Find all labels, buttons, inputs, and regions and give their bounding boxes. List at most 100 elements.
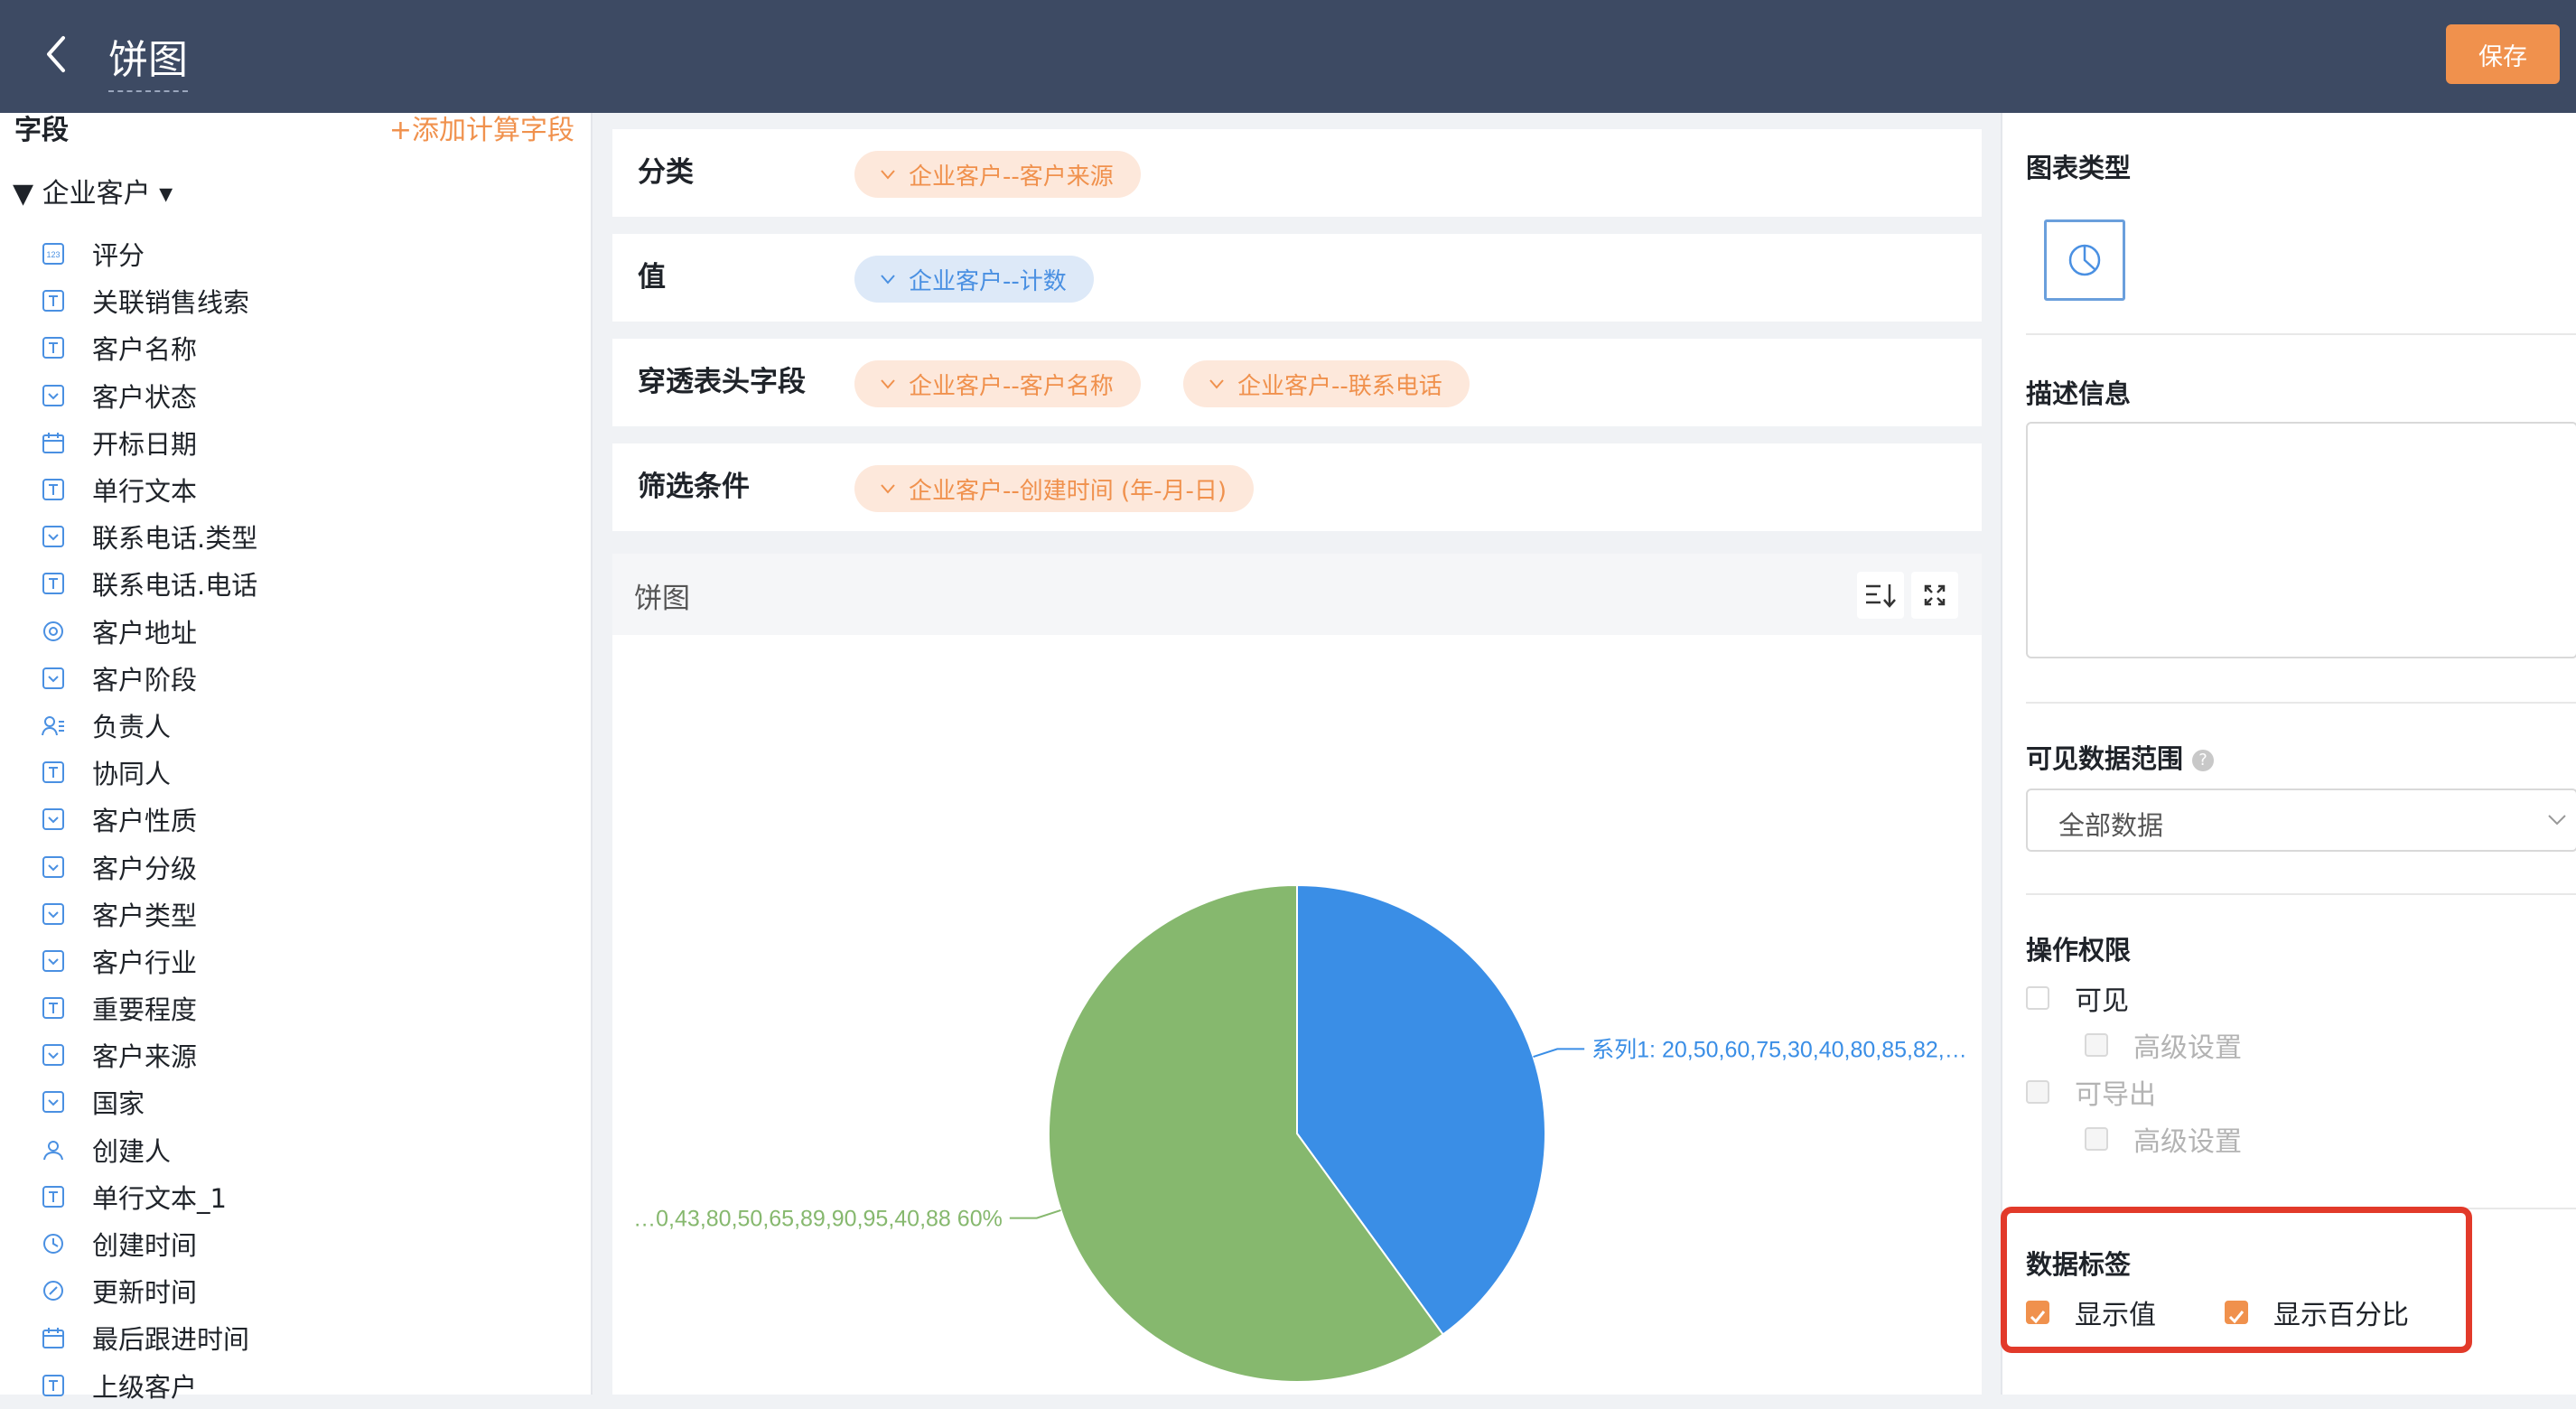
select-icon [42,526,64,548]
filter-label: 筛选条件 [638,471,750,503]
field-item-label: 创建人 [92,1135,172,1167]
text-icon [42,573,64,595]
drill-header-row: 穿透表头字段 企业客户--客户名称 企业客户--联系电话 [612,339,1982,426]
data-scope-value: 全部数据 [2058,810,2164,841]
text-icon [42,761,64,784]
edit-clock-icon [43,1281,63,1302]
text-icon [42,290,64,313]
value-field-tag[interactable]: 企业客户--计数 [854,256,1094,303]
chevron-down-icon [1209,379,1224,389]
number-icon: 123 [42,243,64,266]
select-icon [42,1044,64,1067]
field-panel: 字段 +添加计算字段 ▼ 企业客户 ▾ 123 评分 关联销售线索 客户名称 客户状态开… [0,113,593,1403]
field-item[interactable]: 国家 [42,1078,257,1125]
field-item-label: 更新时间 [92,1277,198,1309]
text-icon [42,479,64,501]
field-item[interactable]: 最后跟进时间 [42,1314,257,1361]
export-advanced-checkbox [2085,1127,2108,1151]
export-label: 可导出 [2075,1079,2156,1111]
divider [2026,702,2576,704]
top-bar: 饼图 保存 [0,0,2576,113]
export-advanced-row: 高级设置 [2085,1119,2242,1159]
tag-label: 企业客户--客户来源 [909,163,1114,191]
field-item[interactable]: 单行文本_1 [42,1173,257,1220]
field-item[interactable]: 负责人 [42,702,257,749]
save-button[interactable]: 保存 [2446,24,2560,84]
fullscreen-icon [1924,584,1946,606]
field-item[interactable]: 开标日期 [42,419,257,466]
tag-label: 企业客户--计数 [909,267,1067,295]
chart-preview-header: 饼图 [612,554,1982,635]
advanced-settings-label: 高级设置 [2133,1126,2242,1158]
divider [2026,893,2576,895]
chevron-down-icon [881,170,895,180]
value-row: 值 企业客户--计数 [612,234,1982,322]
description-textarea[interactable] [2026,422,2576,658]
data-scope-title: 可见数据范围? [2026,738,2215,776]
field-item[interactable]: 客户行业 [42,938,257,984]
export-checkbox [2026,1080,2049,1104]
field-item-label: 协同人 [92,759,172,790]
chart-config-area: 分类 企业客户--客户来源 值 企业客户--计数 穿透表头字段 企业客户--客户… [596,113,2001,1395]
help-icon[interactable]: ? [2192,750,2215,771]
field-item-label: 客户名称 [92,334,198,366]
select-icon [42,855,64,878]
value-label: 值 [638,261,666,294]
field-item[interactable]: 上级客户 [42,1362,257,1409]
field-item[interactable]: 重要程度 [42,984,257,1031]
add-computed-field-link[interactable]: +添加计算字段 [389,113,574,149]
permission-title: 操作权限 [2026,935,2132,966]
text-icon [42,337,64,359]
field-item[interactable]: 创建人 [42,1126,257,1173]
calendar-icon [42,432,64,453]
category-field-tag[interactable]: 企业客户--客户来源 [854,151,1141,198]
sort-button[interactable] [1857,572,1904,619]
field-item[interactable]: 客户名称 [42,324,257,371]
field-item[interactable]: 协同人 [42,749,257,796]
visible-label: 可见 [2075,985,2129,1017]
clock-icon [43,1234,63,1255]
field-item[interactable]: 客户阶段 [42,655,257,702]
visible-advanced-checkbox [2085,1033,2108,1057]
drill-field-tag[interactable]: 企业客户--联系电话 [1183,360,1470,407]
visible-checkbox-row[interactable]: 可见 [2026,978,2129,1018]
field-item[interactable]: 客户类型 [42,891,257,938]
field-group-toggle[interactable]: ▼ 企业客户 ▾ [13,176,173,212]
field-item-label: 客户来源 [92,1041,198,1073]
field-item[interactable]: 创建时间 [42,1220,257,1267]
back-arrow-icon[interactable] [36,29,81,79]
chart-type-pie-option[interactable] [2044,219,2125,301]
field-item[interactable]: 联系电话.类型 [42,513,257,560]
field-item[interactable]: 123 评分 [42,230,257,277]
select-icon [42,667,64,689]
field-item[interactable]: 客户状态 [42,372,257,419]
field-item[interactable]: 客户地址 [42,608,257,655]
field-item[interactable]: 关联销售线索 [42,277,257,324]
field-item-label: 负责人 [92,711,172,742]
page-title[interactable]: 饼图 [108,27,188,92]
location-icon [43,621,63,641]
field-item-label: 最后跟进时间 [92,1324,250,1356]
chevron-down-icon [2548,815,2566,826]
field-item[interactable]: 客户来源 [42,1031,257,1078]
data-scope-select[interactable]: 全部数据 [2026,788,2576,852]
field-item[interactable]: 客户性质 [42,796,257,843]
drill-field-tag[interactable]: 企业客户--客户名称 [854,360,1141,407]
chevron-down-icon [881,379,895,389]
field-item-label: 客户地址 [92,617,198,649]
pie-slice-label: 系列1: 20,50,60,75,30,40,80,85,82,… [1591,1037,1967,1062]
field-item[interactable]: 更新时间 [42,1267,257,1314]
field-item[interactable]: 单行文本 [42,466,257,513]
field-item-label: 上级客户 [92,1371,198,1403]
select-icon [42,949,64,972]
select-icon [42,1091,64,1114]
field-item[interactable]: 联系电话.电话 [42,560,257,607]
fullscreen-button[interactable] [1911,572,1958,619]
calendar-icon [42,1328,64,1349]
advanced-settings-label: 高级设置 [2133,1032,2242,1064]
visible-checkbox[interactable] [2026,986,2049,1010]
field-item[interactable]: 客户分级 [42,843,257,890]
filter-field-tag[interactable]: 企业客户--创建时间 (年-月-日) [854,465,1255,512]
tag-label: 企业客户--创建时间 (年-月-日) [909,477,1227,505]
tag-label: 企业客户--客户名称 [909,372,1114,400]
